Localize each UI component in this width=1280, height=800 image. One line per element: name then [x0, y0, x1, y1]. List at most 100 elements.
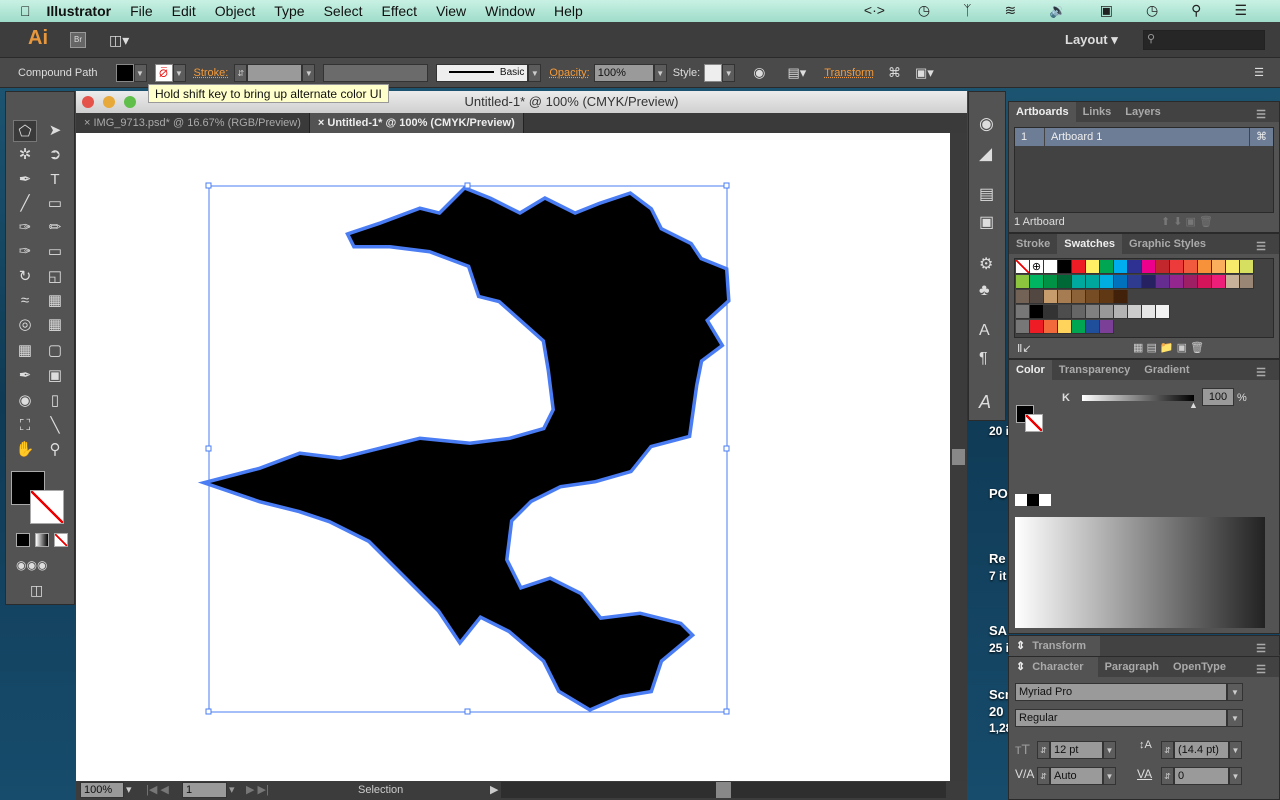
- swatch[interactable]: [1114, 290, 1128, 304]
- swatch[interactable]: [1240, 275, 1254, 289]
- lasso-tool-icon[interactable]: ➲: [43, 144, 67, 166]
- swatch[interactable]: [1086, 260, 1100, 274]
- artboard-actions[interactable]: ⬆ ⬇ ▣ 🗑: [1161, 215, 1213, 228]
- swatch[interactable]: [1030, 320, 1044, 334]
- perspective-grid-tool-icon[interactable]: ▦: [43, 314, 67, 336]
- swatch[interactable]: [1044, 320, 1058, 334]
- swatch[interactable]: [1184, 260, 1198, 274]
- desktop-item[interactable]: Re: [989, 551, 1006, 566]
- stroke-weight-field[interactable]: [247, 63, 303, 82]
- swatch[interactable]: [1142, 260, 1156, 274]
- swatch[interactable]: [1240, 260, 1254, 274]
- tab-color[interactable]: Color: [1009, 360, 1052, 380]
- menu-window[interactable]: Window: [485, 3, 535, 19]
- hand-tool-icon[interactable]: ✋: [13, 439, 37, 461]
- swatch[interactable]: [1058, 320, 1072, 334]
- swatch[interactable]: [1142, 305, 1156, 319]
- search-input[interactable]: [1143, 30, 1265, 50]
- desktop-item[interactable]: 7 it: [989, 569, 1006, 583]
- desktop-item[interactable]: PO: [989, 486, 1008, 501]
- swatch[interactable]: [1058, 275, 1072, 289]
- column-graph-tool-icon[interactable]: ▯: [43, 390, 67, 412]
- artboard-options-icon[interactable]: ⌘: [1249, 128, 1273, 146]
- code-icon[interactable]: <·>: [864, 2, 885, 19]
- swatch[interactable]: [1016, 290, 1030, 304]
- stroke-color-box[interactable]: [30, 490, 64, 524]
- pen-tool-icon[interactable]: ✒: [13, 169, 37, 191]
- swatch[interactable]: [1156, 305, 1170, 319]
- rotate-tool-icon[interactable]: ↻: [13, 266, 37, 288]
- zoom-button[interactable]: [124, 96, 136, 108]
- kerning-stepper[interactable]: ⇵: [1037, 767, 1050, 785]
- apple-icon[interactable]: : [20, 3, 31, 19]
- variable-width-profile[interactable]: [323, 63, 429, 82]
- swatch-registration[interactable]: ⊕: [1030, 260, 1044, 274]
- h-scroll-thumb[interactable]: [716, 782, 731, 798]
- color-spectrum[interactable]: [1015, 517, 1265, 628]
- brush-definition[interactable]: Basic: [436, 63, 529, 82]
- brushes-panel-icon[interactable]: ◉: [979, 114, 994, 134]
- k-value-field[interactable]: 100: [1202, 388, 1234, 406]
- tab-gradient[interactable]: Gradient: [1137, 360, 1196, 380]
- swatch[interactable]: [1156, 275, 1170, 289]
- rectangle-tool-icon[interactable]: ▭: [43, 193, 67, 215]
- swatch[interactable]: [1100, 320, 1114, 334]
- swatch[interactable]: [1044, 260, 1058, 274]
- eraser-tool-icon[interactable]: ▭: [43, 241, 67, 263]
- panel-menu-icon[interactable]: ☰: [1249, 105, 1273, 125]
- next-artboard-icon[interactable]: ▶ ▶|: [246, 783, 269, 796]
- desktop-item[interactable]: 20: [989, 704, 1003, 719]
- swatch[interactable]: [1198, 275, 1212, 289]
- swatch[interactable]: [1128, 275, 1142, 289]
- panel-menu-icon[interactable]: ☰: [1249, 660, 1273, 680]
- panel-menu-icon[interactable]: ☰: [1249, 237, 1273, 257]
- font-style-dropdown[interactable]: ▼: [1227, 709, 1243, 727]
- symbol-sprayer-tool-icon[interactable]: ◉: [13, 390, 37, 412]
- color-stroke-box[interactable]: [1025, 414, 1043, 432]
- swatch[interactable]: [1072, 305, 1086, 319]
- tab-character[interactable]: ⇕ Character: [1009, 657, 1098, 677]
- swatch[interactable]: [1100, 260, 1114, 274]
- desktop-item[interactable]: 25 i: [989, 641, 1009, 655]
- tracking-dropdown[interactable]: ▼: [1229, 767, 1242, 785]
- paintbrush-tool-icon[interactable]: ✑: [13, 217, 37, 239]
- image-trace-icon[interactable]: ⚙: [979, 254, 993, 274]
- direct-selection-tool-icon[interactable]: ➤: [43, 120, 67, 142]
- swatch[interactable]: [1044, 305, 1058, 319]
- swatch[interactable]: [1086, 320, 1100, 334]
- vertical-scrollbar[interactable]: [950, 133, 967, 781]
- pencil-tool-icon[interactable]: ✏: [43, 217, 67, 239]
- tab-stroke[interactable]: Stroke: [1009, 234, 1057, 254]
- tracking-stepper[interactable]: ⇵: [1161, 767, 1174, 785]
- swatch[interactable]: [1198, 260, 1212, 274]
- arrange-documents-icon[interactable]: ◫▾: [109, 32, 129, 49]
- menu-file[interactable]: File: [130, 3, 153, 19]
- spotlight-icon[interactable]: ⚲: [1191, 2, 1201, 19]
- clock-icon[interactable]: ◷: [1146, 2, 1158, 19]
- slider-handle-icon[interactable]: ▲: [1189, 400, 1198, 410]
- swatch[interactable]: [1184, 275, 1198, 289]
- transform-link[interactable]: Transform: [824, 67, 874, 79]
- tab-paragraph[interactable]: Paragraph: [1098, 657, 1166, 677]
- type-tool-icon[interactable]: T: [43, 169, 67, 191]
- swatch[interactable]: [1030, 305, 1044, 319]
- gradient-tool-icon[interactable]: ▢: [43, 340, 67, 362]
- artboard-row[interactable]: 1 Artboard 1 ⌘: [1015, 128, 1273, 146]
- artboard-dropdown[interactable]: ▾: [229, 783, 235, 796]
- swatch[interactable]: [1114, 260, 1128, 274]
- swatch-group-folder-icon[interactable]: [1016, 305, 1030, 319]
- zoom-dropdown[interactable]: ▾: [126, 783, 132, 796]
- free-transform-tool-icon[interactable]: ▦: [43, 290, 67, 312]
- eyedropper-tool-icon[interactable]: ✒: [13, 365, 37, 387]
- swatch[interactable]: [1114, 305, 1128, 319]
- swatch[interactable]: [1086, 305, 1100, 319]
- paragraph-styles-icon[interactable]: ¶: [979, 350, 988, 368]
- time-machine-icon[interactable]: ◷: [918, 2, 930, 19]
- select-similar-icon[interactable]: ▣▾: [915, 65, 934, 81]
- swatch[interactable]: [1058, 290, 1072, 304]
- align-icon[interactable]: ▤▾: [787, 65, 806, 81]
- brush-dropdown[interactable]: ▼: [528, 63, 542, 82]
- swatch-group-folder-icon[interactable]: [1016, 320, 1030, 334]
- swatch-none[interactable]: [1016, 260, 1030, 274]
- minimize-button[interactable]: [103, 96, 115, 108]
